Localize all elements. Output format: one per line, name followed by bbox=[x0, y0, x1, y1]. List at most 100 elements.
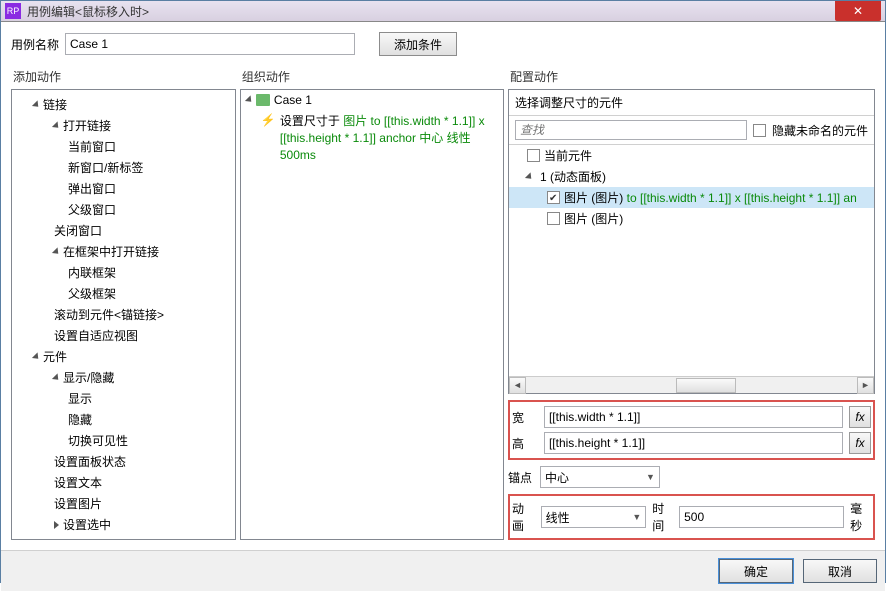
cancel-button[interactable]: 取消 bbox=[803, 559, 877, 583]
tree-item-label: 在框架中打开链接 bbox=[63, 243, 159, 260]
caret-icon bbox=[52, 121, 61, 130]
tree-item[interactable]: 元件 bbox=[12, 346, 235, 367]
height-label: 高 bbox=[512, 435, 538, 452]
widget-checkbox[interactable] bbox=[527, 149, 540, 162]
tree-item-label: 设置选中 bbox=[63, 516, 111, 533]
widget-checkbox[interactable] bbox=[547, 191, 560, 204]
height-input[interactable] bbox=[544, 432, 843, 454]
tree-item[interactable]: 设置文本 bbox=[12, 472, 235, 493]
tree-item[interactable]: 设置自适应视图 bbox=[12, 325, 235, 346]
widget-item-label: 图片 (图片) bbox=[564, 210, 623, 227]
h-scrollbar[interactable]: ◄ ► bbox=[509, 376, 874, 393]
tree-item[interactable]: 切换可见性 bbox=[12, 430, 235, 451]
widget-checkbox[interactable] bbox=[547, 212, 560, 225]
bolt-icon: ⚡ bbox=[261, 113, 276, 127]
caret-icon bbox=[525, 172, 534, 181]
tree-item[interactable]: 当前窗口 bbox=[12, 136, 235, 157]
hide-unnamed-checkbox[interactable] bbox=[753, 124, 766, 137]
height-fx-button[interactable]: fx bbox=[849, 432, 871, 454]
search-input[interactable] bbox=[515, 120, 747, 140]
anchor-row: 锚点 中心▼ bbox=[508, 464, 875, 490]
tree-item-label: 新窗口/新标签 bbox=[68, 159, 143, 176]
scroll-thumb[interactable] bbox=[676, 378, 736, 393]
tree-item-label: 滚动到元件<锚链接> bbox=[54, 306, 164, 323]
caret-icon bbox=[32, 100, 41, 109]
time-unit: 毫秒 bbox=[850, 500, 871, 534]
chevron-down-icon: ▼ bbox=[646, 472, 655, 482]
tree-item[interactable]: 隐藏 bbox=[12, 409, 235, 430]
tree-item-label: 显示 bbox=[68, 390, 92, 407]
widget-list-item[interactable]: 图片 (图片) bbox=[509, 208, 874, 229]
tree-item[interactable]: 链接 bbox=[12, 94, 235, 115]
width-row: 宽 fx bbox=[512, 404, 871, 430]
scroll-right-arrow[interactable]: ► bbox=[857, 377, 874, 394]
tree-item[interactable]: 显示/隐藏 bbox=[12, 367, 235, 388]
tree-item-label: 设置文本 bbox=[54, 474, 102, 491]
tree-item-label: 设置自适应视图 bbox=[54, 327, 138, 344]
caret-icon bbox=[54, 521, 59, 529]
anim-select[interactable]: 线性▼ bbox=[541, 506, 647, 528]
col-configure: 配置动作 选择调整尺寸的元件 隐藏未命名的元件 当前元件1 (动态面板)图片 (… bbox=[508, 64, 875, 540]
tree-item[interactable]: 弹出窗口 bbox=[12, 178, 235, 199]
action-node[interactable]: ⚡ 设置尺寸于 图片 to [[this.width * 1.1]] x [[t… bbox=[241, 110, 503, 166]
tree-item-label: 关闭窗口 bbox=[54, 222, 102, 239]
case-name-input[interactable] bbox=[65, 33, 355, 55]
tree-item-label: 设置图片 bbox=[54, 495, 102, 512]
app-icon: RP bbox=[5, 3, 21, 19]
content-area: 用例名称 添加条件 添加动作 链接打开链接当前窗口新窗口/新标签弹出窗口父级窗口… bbox=[1, 22, 885, 550]
time-input[interactable] bbox=[679, 506, 844, 528]
tree-item[interactable]: 在框架中打开链接 bbox=[12, 241, 235, 262]
tree-item-label: 元件 bbox=[43, 348, 67, 365]
tree-item[interactable]: 设置面板状态 bbox=[12, 451, 235, 472]
close-button[interactable]: ✕ bbox=[835, 1, 881, 21]
widget-item-label: 当前元件 bbox=[544, 147, 592, 164]
tree-item[interactable]: 显示 bbox=[12, 388, 235, 409]
widget-item-label: 图片 (图片) to [[this.width * 1.1]] x [[this… bbox=[564, 189, 857, 206]
widget-list-item[interactable]: 当前元件 bbox=[509, 145, 874, 166]
tree-item-label: 当前窗口 bbox=[68, 138, 116, 155]
tree-item-label: 打开链接 bbox=[63, 117, 111, 134]
width-fx-button[interactable]: fx bbox=[849, 406, 871, 428]
anchor-select[interactable]: 中心▼ bbox=[540, 466, 660, 488]
dialog-window: RP 用例编辑<鼠标移入时> ✕ 用例名称 添加条件 添加动作 链接打开链接当前… bbox=[0, 0, 886, 583]
tree-item[interactable]: 滚动到元件<锚链接> bbox=[12, 304, 235, 325]
case-name-label: 用例名称 bbox=[11, 36, 59, 53]
caret-icon bbox=[52, 247, 61, 256]
organize-panel[interactable]: Case 1 ⚡ 设置尺寸于 图片 to [[this.width * 1.1]… bbox=[240, 89, 504, 540]
col-add-action: 添加动作 链接打开链接当前窗口新窗口/新标签弹出窗口父级窗口关闭窗口在框架中打开… bbox=[11, 64, 236, 540]
tree-item-label: 切换可见性 bbox=[68, 432, 128, 449]
caret-icon bbox=[52, 373, 61, 382]
tree-item[interactable]: 新窗口/新标签 bbox=[12, 157, 235, 178]
action-text: 设置尺寸于 图片 to [[this.width * 1.1]] x [[thi… bbox=[280, 113, 497, 163]
anim-row: 动画 线性▼ 时间 毫秒 bbox=[512, 498, 871, 536]
window-title: 用例编辑<鼠标移入时> bbox=[27, 3, 835, 20]
scroll-left-arrow[interactable]: ◄ bbox=[509, 377, 526, 394]
tree-item[interactable]: 关闭窗口 bbox=[12, 220, 235, 241]
tree-item-label: 显示/隐藏 bbox=[63, 369, 114, 386]
add-condition-button[interactable]: 添加条件 bbox=[379, 32, 457, 56]
size-group-highlight: 宽 fx 高 fx bbox=[508, 400, 875, 460]
tree-item[interactable]: 父级窗口 bbox=[12, 199, 235, 220]
tree-item[interactable]: 设置选中 bbox=[12, 514, 235, 535]
tree-item[interactable]: 内联框架 bbox=[12, 262, 235, 283]
tree-item-label: 设置面板状态 bbox=[54, 453, 126, 470]
tree-item-label: 弹出窗口 bbox=[68, 180, 116, 197]
width-input[interactable] bbox=[544, 406, 843, 428]
tree-item[interactable]: 设置图片 bbox=[12, 493, 235, 514]
case-name-row: 用例名称 添加条件 bbox=[11, 32, 875, 56]
ok-button[interactable]: 确定 bbox=[719, 559, 793, 583]
case-node[interactable]: Case 1 bbox=[241, 90, 503, 110]
tree-item[interactable]: 打开链接 bbox=[12, 115, 235, 136]
widget-list-item[interactable]: 图片 (图片) to [[this.width * 1.1]] x [[this… bbox=[509, 187, 874, 208]
time-label: 时间 bbox=[652, 500, 673, 534]
widget-list[interactable]: 当前元件 1 (动态面板) 图片 (图片) to [[this.width * 1.… bbox=[509, 145, 874, 376]
anim-label: 动画 bbox=[512, 500, 535, 534]
width-label: 宽 bbox=[512, 409, 538, 426]
columns: 添加动作 链接打开链接当前窗口新窗口/新标签弹出窗口父级窗口关闭窗口在框架中打开… bbox=[11, 64, 875, 540]
folder-icon bbox=[256, 94, 270, 106]
action-tree-panel[interactable]: 链接打开链接当前窗口新窗口/新标签弹出窗口父级窗口关闭窗口在框架中打开链接内联框… bbox=[11, 89, 236, 540]
widget-list-item[interactable]: 1 (动态面板) bbox=[509, 166, 874, 187]
config-area: 宽 fx 高 fx 锚点 中心▼ bbox=[508, 400, 875, 540]
widget-item-label: 1 (动态面板) bbox=[540, 168, 606, 185]
tree-item[interactable]: 父级框架 bbox=[12, 283, 235, 304]
